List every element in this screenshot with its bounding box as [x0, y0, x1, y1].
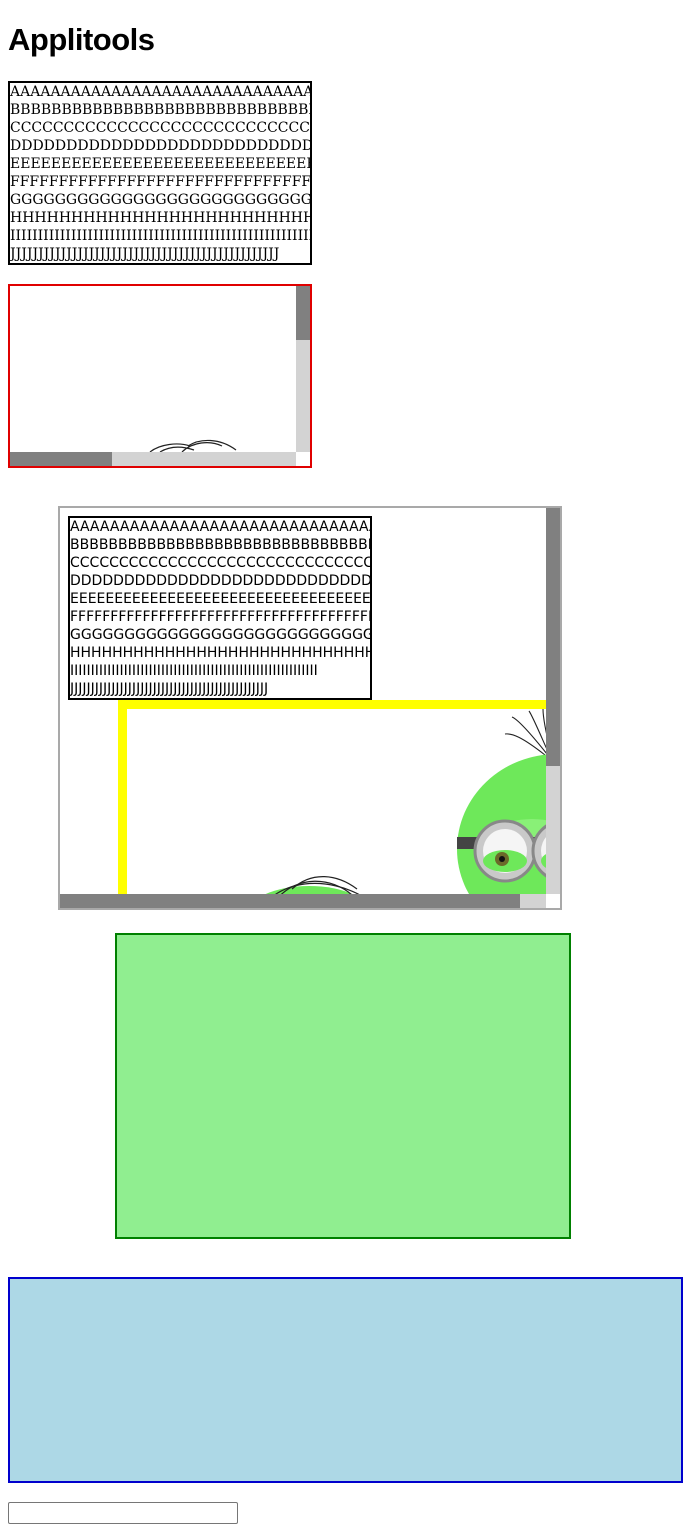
page-title: Applitools: [8, 22, 155, 57]
yellow-image-panel[interactable]: [118, 700, 560, 908]
vertical-scrollbar-thumb[interactable]: [546, 508, 560, 766]
text-line: EEEEEEEEEEEEEEEEEEEEEEEEEEEEEEEEEEEEEEEE: [10, 156, 310, 172]
text-line: BBBBBBBBBBBBBBBBBBBBBBBBBBBBBBBBBBBBBBBB: [10, 102, 310, 118]
text-line: DDDDDDDDDDDDDDDDDDDDDDDDDDDDDDDDDDDDDDDD: [10, 138, 310, 154]
text-line: JJJJJJJJJJJJJJJJJJJJJJJJJJJJJJJJJJJJJJJJ…: [10, 246, 280, 262]
text-line: FFFFFFFFFFFFFFFFFFFFFFFFFFFFFFFFFFFFFFFF: [70, 609, 370, 625]
text-line: CCCCCCCCCCCCCCCCCCCCCCCCCCCCCCCCCCCCCCCC: [70, 555, 370, 571]
green-box: [115, 933, 571, 1239]
scrollbar-corner: [546, 894, 560, 908]
text-line: AAAAAAAAAAAAAAAAAAAAAAAAAAAAAAAAAAAAAAAA: [10, 84, 310, 100]
horizontal-scrollbar-thumb[interactable]: [10, 452, 112, 466]
minion-image: [149, 439, 237, 452]
text-line: GGGGGGGGGGGGGGGGGGGGGGGGGGGGGGGGGGGGGGGG: [10, 192, 310, 208]
blue-box: [8, 1277, 683, 1483]
text-line: DDDDDDDDDDDDDDDDDDDDDDDDDDDDDDDDDDDDDDDD: [70, 573, 370, 589]
scrollable-text-box[interactable]: AAAAAAAAAAAAAAAAAAAAAAAAAAAAAAAAAAAAAAAA…: [8, 81, 312, 265]
text-line: HHHHHHHHHHHHHHHHHHHHHHHHHHHHHHHHHHHHHHHH: [70, 645, 370, 661]
text-line: EEEEEEEEEEEEEEEEEEEEEEEEEEEEEEEEEEEEEEEE: [70, 591, 370, 607]
outer-scroll-container[interactable]: AAAAAAAAAAAAAAAAAAAAAAAAAAAAAAAAAAAAAAAA…: [58, 506, 562, 910]
text-line: BBBBBBBBBBBBBBBBBBBBBBBBBBBBBBBBBBBBBBBB: [70, 537, 370, 553]
text-line: FFFFFFFFFFFFFFFFFFFFFFFFFFFFFFFFFFFFFFFF: [10, 174, 310, 190]
text-line: JJJJJJJJJJJJJJJJJJJJJJJJJJJJJJJJJJJJJJJJ…: [70, 681, 269, 697]
text-line: HHHHHHHHHHHHHHHHHHHHHHHHHHHHHHHHHHHHHHHH: [10, 210, 310, 226]
text-line: AAAAAAAAAAAAAAAAAAAAAAAAAAAAAAAAAAAAAAAA: [70, 519, 370, 535]
horizontal-scrollbar-thumb[interactable]: [60, 894, 520, 908]
scrollbar-corner: [296, 452, 310, 466]
red-scroll-frame[interactable]: [8, 284, 312, 468]
vertical-scrollbar-thumb[interactable]: [296, 286, 310, 340]
text-input[interactable]: [8, 1502, 238, 1524]
text-line: GGGGGGGGGGGGGGGGGGGGGGGGGGGGGGGGGGGGGGGG: [70, 627, 370, 643]
text-line: IIIIIIIIIIIIIIIIIIIIIIIIIIIIIIIIIIIIIIII…: [10, 228, 310, 244]
text-line: CCCCCCCCCCCCCCCCCCCCCCCCCCCCCCCCCCCCCCCC: [10, 120, 310, 136]
nested-text-box[interactable]: AAAAAAAAAAAAAAAAAAAAAAAAAAAAAAAAAAAAAAAA…: [68, 516, 372, 700]
text-line: IIIIIIIIIIIIIIIIIIIIIIIIIIIIIIIIIIIIIIII…: [70, 663, 318, 679]
minion-image: [248, 709, 560, 908]
